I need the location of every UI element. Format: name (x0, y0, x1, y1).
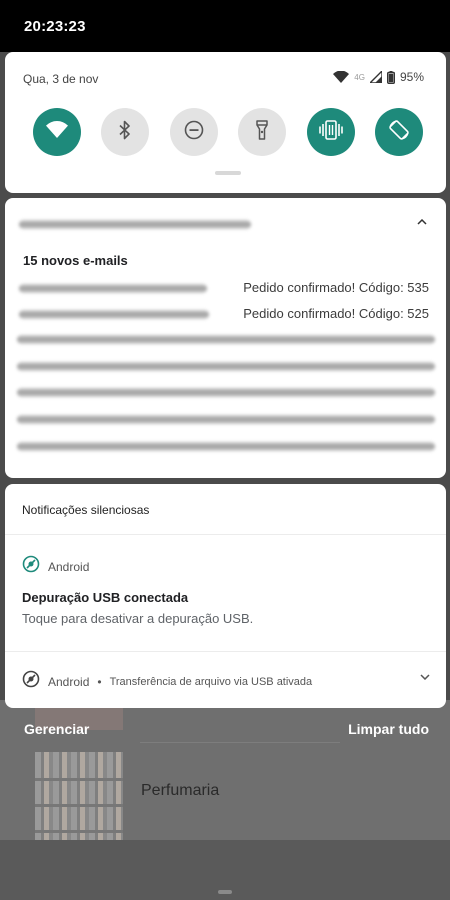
background-category-label: Perfumaria (141, 782, 220, 799)
email-subject: Pedido confirmado! Código: 525 (243, 306, 429, 321)
navigation-handle[interactable] (218, 890, 232, 894)
redacted-sender (19, 310, 209, 319)
email-item[interactable]: Pedido confirmado! Código: 535 (19, 278, 429, 298)
status-bar: 20:23:23 (0, 0, 450, 52)
notification-title: Depuração USB conectada (22, 590, 189, 605)
vibrate-tile[interactable] (306, 108, 355, 156)
wifi-signal-icon (333, 70, 350, 84)
email-item[interactable]: Pedido confirmado! Código: 525 (19, 304, 429, 324)
redacted-email-line (17, 388, 435, 397)
clear-all-button[interactable]: Limpar tudo (348, 721, 429, 737)
network-type-label: 4G (354, 72, 365, 82)
email-subject: Pedido confirmado! Código: 535 (243, 280, 429, 295)
wifi-tile[interactable] (33, 108, 81, 156)
battery-icon (386, 70, 395, 84)
bluetooth-tile[interactable] (101, 108, 150, 156)
battery-percentage: 95% (399, 70, 424, 84)
bluetooth-icon (118, 120, 132, 145)
quick-settings-drag-handle[interactable] (215, 171, 241, 175)
quick-settings-status-icons: 4G 95% (333, 70, 424, 84)
do-not-disturb-icon (184, 120, 204, 145)
collapse-chevron-icon[interactable] (412, 212, 432, 232)
silent-notifications-card: Notificações silenciosas Android Depuraç… (5, 484, 446, 708)
quick-settings-panel: Qua, 3 de nov 4G 95% (5, 52, 446, 193)
background-product-thumbnail (35, 752, 123, 840)
redacted-sender (19, 284, 207, 293)
notification-app-name: Android (48, 674, 90, 689)
expand-chevron-icon[interactable] (418, 670, 432, 684)
redacted-email-line (17, 362, 435, 371)
quick-settings-date[interactable]: Qua, 3 de nov (23, 72, 98, 86)
redacted-email-line (17, 335, 435, 344)
android-debug-icon (22, 670, 40, 693)
redacted-email-line (17, 415, 435, 424)
wifi-icon (46, 121, 68, 143)
do-not-disturb-tile[interactable] (169, 108, 218, 156)
vibrate-icon (318, 119, 343, 145)
status-clock: 20:23:23 (24, 18, 86, 35)
silent-section-header: Notificações silenciosas (22, 503, 150, 517)
manage-button[interactable]: Gerenciar (24, 721, 89, 737)
flashlight-icon (255, 119, 269, 145)
notification-text: Toque para desativar a depuração USB. (22, 611, 254, 626)
background-divider (140, 742, 340, 743)
notification-separator: • (97, 674, 102, 689)
auto-rotate-tile[interactable] (374, 108, 423, 156)
redacted-app-header (19, 220, 251, 229)
flashlight-tile[interactable] (238, 108, 287, 156)
android-debug-icon (22, 555, 40, 578)
notification-detail: Transferência de arquivo via USB ativada (109, 675, 313, 688)
redacted-email-line (17, 442, 435, 451)
email-summary: 15 novos e-mails (23, 253, 128, 268)
section-divider (5, 534, 446, 535)
notification-app-row: Android • Transferência de arquivo via U… (22, 670, 312, 693)
notification-app-name: Android (48, 559, 90, 574)
notification-divider (5, 651, 446, 652)
quick-settings-tiles (33, 108, 423, 156)
cell-signal-icon (369, 70, 382, 84)
auto-rotate-icon (388, 119, 410, 146)
notification-app-row: Android (22, 555, 89, 578)
email-notification-card[interactable]: 15 novos e-mails Pedido confirmado! Códi… (5, 198, 446, 478)
